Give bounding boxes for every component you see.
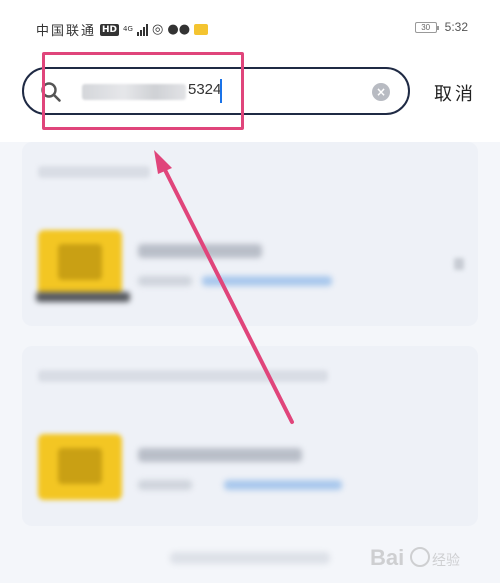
- result-subtitle-blurred: [138, 276, 192, 286]
- hotspot-icon: ◎: [152, 22, 164, 37]
- search-value: 5324: [188, 81, 222, 98]
- chevron-right-icon: [454, 258, 464, 270]
- carrier-name: 中国联通: [36, 24, 97, 39]
- result-title-blurred: [138, 244, 262, 258]
- result-link-blurred: [224, 480, 342, 490]
- battery-icon: 30: [414, 21, 439, 33]
- footer-text-blurred: [170, 552, 330, 564]
- network-type-icon: 4G: [123, 25, 133, 33]
- svg-text:Bai: Bai: [370, 545, 404, 570]
- search-icon: [41, 82, 61, 102]
- result-card[interactable]: [22, 142, 478, 326]
- cancel-button[interactable]: 取消: [434, 80, 476, 106]
- result-card[interactable]: [22, 346, 478, 526]
- masked-search-text: [82, 84, 186, 100]
- hd-icon: HD: [100, 23, 120, 36]
- watermark-logo: Bai 经验: [370, 539, 466, 575]
- clear-icon[interactable]: ×: [372, 83, 390, 101]
- thumbnail-shadow: [36, 292, 130, 302]
- status-right: 30 5:32: [414, 20, 468, 34]
- wechat-icon: ●●: [167, 22, 191, 37]
- card-header-blurred: [38, 166, 150, 178]
- search-input[interactable]: 5324 ×: [22, 67, 410, 115]
- status-bar: 中国联通 HD 4G ◎ ●● 30 5:32: [0, 0, 500, 52]
- result-subtitle-blurred: [138, 480, 192, 490]
- clock: 5:32: [444, 20, 468, 34]
- result-title-blurred: [138, 448, 302, 462]
- mail-icon: [194, 24, 209, 35]
- result-link-blurred: [202, 276, 332, 286]
- result-thumbnail: [38, 434, 122, 500]
- search-header: 5324 × 取消: [0, 52, 500, 142]
- search-results: [0, 142, 500, 583]
- result-thumbnail: [38, 230, 122, 296]
- text-caret: [220, 79, 222, 103]
- card-header-blurred: [38, 370, 328, 382]
- signal-icon: [137, 23, 149, 36]
- svg-text:经验: 经验: [432, 553, 460, 569]
- status-left: 中国联通 HD 4G ◎ ●●: [36, 20, 209, 39]
